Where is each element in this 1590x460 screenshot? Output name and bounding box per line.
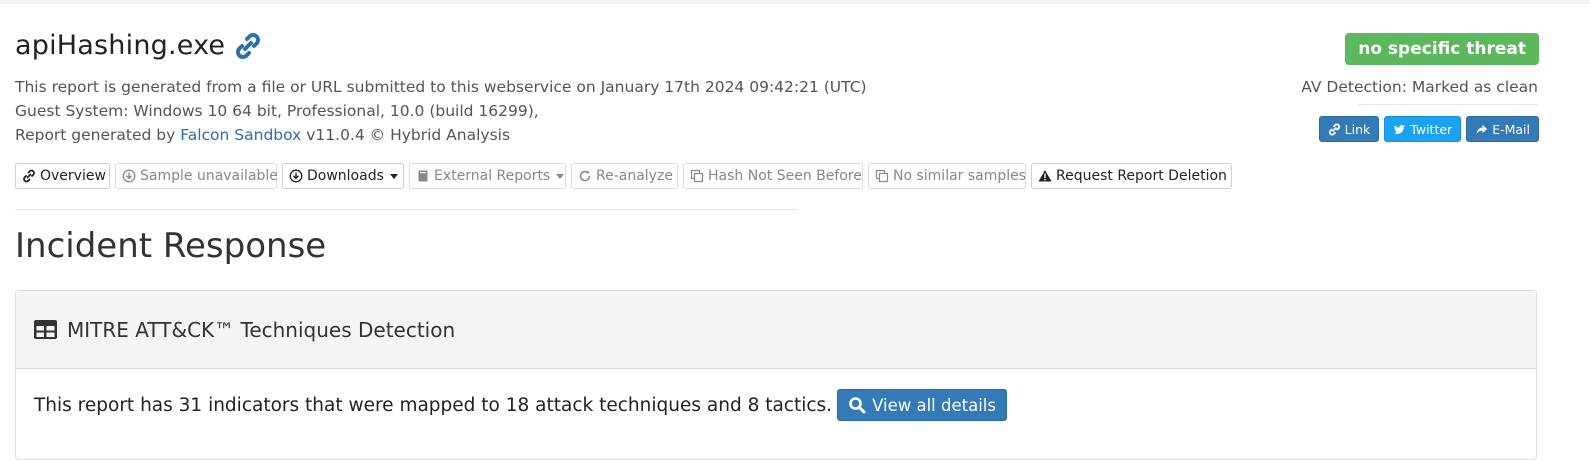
- external-reports-label: External Reports: [434, 168, 551, 184]
- copy-icon: [875, 169, 889, 183]
- downloads-dropdown[interactable]: Downloads: [282, 163, 404, 189]
- guest-system-line: Guest System: Windows 10 64 bit, Profess…: [15, 102, 539, 120]
- mitre-panel: MITRE ATT&CK™ Techniques Detection This …: [15, 290, 1537, 460]
- generator-prefix: Report generated by: [15, 126, 181, 144]
- caret-down-icon: [389, 173, 398, 179]
- share-email-label: E-Mail: [1492, 121, 1530, 137]
- search-icon: [849, 397, 866, 414]
- download-circle-icon: [122, 169, 136, 183]
- top-border: [0, 0, 1590, 4]
- view-all-details-label: View all details: [872, 395, 996, 415]
- copy-icon: [690, 169, 704, 183]
- request-deletion-label: Request Report Deletion: [1056, 168, 1227, 184]
- no-similar-samples-label: No similar samples: [893, 168, 1027, 184]
- mitre-panel-header: MITRE ATT&CK™ Techniques Detection: [16, 291, 1536, 369]
- sample-unavailable-button[interactable]: Sample unavailable: [115, 163, 278, 189]
- refresh-icon: [579, 170, 591, 182]
- twitter-icon: [1394, 124, 1406, 134]
- reanalyze-button[interactable]: Re-analyze: [571, 163, 678, 189]
- reanalyze-label: Re-analyze: [596, 168, 673, 184]
- report-title-row: apiHashing.exe: [15, 30, 263, 61]
- section-title: Incident Response: [15, 226, 327, 266]
- mitre-panel-title: MITRE ATT&CK™ Techniques Detection: [67, 317, 456, 342]
- mitre-summary-text: This report has 31 indicators that were …: [34, 394, 833, 416]
- download-circle-icon: [289, 169, 303, 183]
- book-icon: [418, 170, 428, 182]
- overview-label: Overview: [40, 168, 106, 184]
- share-twitter-label: Twitter: [1410, 121, 1453, 137]
- link-icon[interactable]: [233, 31, 263, 61]
- mitre-panel-body: This report has 31 indicators that were …: [16, 369, 1536, 421]
- caret-down-icon: [556, 173, 565, 179]
- share-link-button[interactable]: Link: [1318, 116, 1380, 142]
- av-detection-status: AV Detection: Marked as clean: [1301, 78, 1538, 96]
- threat-verdict-badge: no specific threat: [1345, 33, 1539, 65]
- share-link-label: Link: [1344, 121, 1371, 137]
- report-submitted-line: This report is generated from a file or …: [15, 78, 867, 96]
- report-generator-line: Report generated by Falcon Sandbox v11.0…: [15, 126, 510, 144]
- falcon-sandbox-link[interactable]: Falcon Sandbox: [180, 126, 301, 144]
- divider: [15, 209, 797, 210]
- downloads-label: Downloads: [307, 168, 384, 184]
- share-buttons: Link Twitter E-Mail: [1318, 116, 1539, 142]
- file-name-title: apiHashing.exe: [15, 30, 226, 61]
- overview-button[interactable]: Overview: [15, 163, 110, 189]
- link-icon: [1328, 122, 1340, 136]
- hash-not-seen-label: Hash Not Seen Before: [708, 168, 862, 184]
- hash-not-seen-button[interactable]: Hash Not Seen Before: [683, 163, 863, 189]
- warning-icon: [1038, 170, 1052, 182]
- generator-suffix: v11.0.4 © Hybrid Analysis: [301, 126, 511, 144]
- table-icon: [34, 320, 57, 339]
- external-reports-dropdown[interactable]: External Reports: [409, 163, 566, 189]
- share-twitter-button[interactable]: Twitter: [1384, 116, 1462, 142]
- divider: [1358, 104, 1538, 105]
- link-icon: [23, 169, 35, 183]
- report-toolbar: Overview Sample unavailable Downloads Ex…: [15, 163, 1232, 189]
- view-all-details-button[interactable]: View all details: [837, 389, 1007, 421]
- share-arrow-icon: [1476, 124, 1488, 134]
- no-similar-samples-button[interactable]: No similar samples: [868, 163, 1026, 189]
- share-email-button[interactable]: E-Mail: [1466, 116, 1539, 142]
- request-deletion-button[interactable]: Request Report Deletion: [1031, 163, 1232, 189]
- sample-unavailable-label: Sample unavailable: [140, 168, 278, 184]
